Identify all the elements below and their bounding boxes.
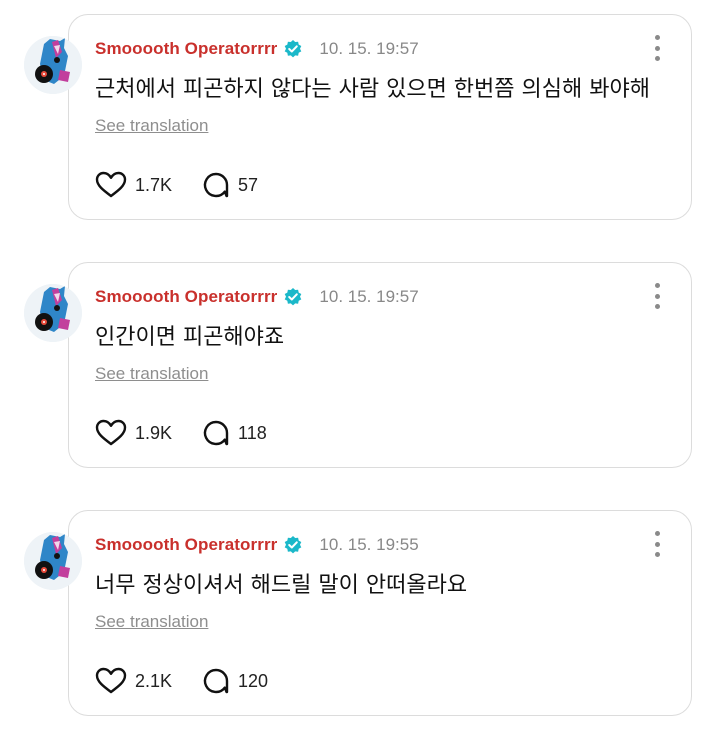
comment-card: Smooooth Operatorrrr 10. 15. 19:57 인간이면 … [68, 262, 692, 468]
avatar[interactable] [24, 284, 82, 342]
timestamp: 10. 15. 19:55 [319, 535, 419, 554]
comment-count: 57 [238, 174, 259, 195]
comment-header: Smooooth Operatorrrr 10. 15. 19:57 [95, 283, 419, 311]
comment-card: Smooooth Operatorrrr 10. 15. 19:57 근처에서 … [68, 14, 692, 220]
like-count: 2.1K [135, 670, 173, 691]
speech-bubble-icon [203, 668, 229, 694]
more-vertical-icon[interactable] [649, 283, 665, 309]
heart-icon [95, 419, 127, 446]
comment-count: 120 [238, 670, 269, 691]
comment-header: Smooooth Operatorrrr 10. 15. 19:57 [95, 35, 419, 63]
verified-badge-icon [283, 535, 303, 555]
comment-button[interactable]: 120 [202, 667, 268, 695]
speech-bubble-icon [203, 420, 229, 446]
comment-post: Smooooth Operatorrrr 10. 15. 19:57 인간이면 … [0, 262, 720, 492]
verified-badge-icon [283, 39, 303, 59]
author-name[interactable]: Smooooth Operatorrrr [95, 287, 277, 307]
speech-bubble-icon [203, 172, 229, 198]
author-name[interactable]: Smooooth Operatorrrr [95, 535, 277, 555]
author-name[interactable]: Smooooth Operatorrrr [95, 39, 277, 59]
avatar[interactable] [24, 532, 82, 590]
timestamp: 10. 15. 19:57 [319, 39, 419, 58]
more-vertical-icon[interactable] [649, 531, 665, 557]
verified-badge-icon [283, 287, 303, 307]
avatar[interactable] [24, 36, 82, 94]
comment-text: 근처에서 피곤하지 않다는 사람 있으면 한번쯤 의심해 봐야해 [95, 77, 650, 102]
heart-icon [95, 667, 127, 694]
comment-button[interactable]: 57 [202, 171, 258, 199]
heart-icon [95, 171, 127, 198]
comment-post: Smooooth Operatorrrr 10. 15. 19:55 너무 정상… [0, 510, 720, 740]
see-translation-link[interactable]: See translation [95, 612, 208, 632]
like-count: 1.9K [135, 422, 173, 443]
action-bar: 1.7K 57 [95, 170, 288, 200]
timestamp: 10. 15. 19:57 [319, 287, 419, 306]
action-bar: 1.9K 118 [95, 418, 297, 448]
comment-count: 118 [238, 422, 267, 443]
comment-button[interactable]: 118 [202, 419, 267, 447]
more-vertical-icon[interactable] [649, 35, 665, 61]
comment-post: Smooooth Operatorrrr 10. 15. 19:57 근처에서 … [0, 14, 720, 244]
comment-text: 인간이면 피곤해야죠 [95, 325, 285, 350]
action-bar: 2.1K 120 [95, 666, 298, 696]
comment-header: Smooooth Operatorrrr 10. 15. 19:55 [95, 531, 419, 559]
see-translation-link[interactable]: See translation [95, 364, 208, 384]
like-count: 1.7K [135, 174, 173, 195]
like-button[interactable]: 1.7K [95, 171, 172, 199]
like-button[interactable]: 1.9K [95, 419, 172, 447]
like-button[interactable]: 2.1K [95, 667, 172, 695]
comment-card: Smooooth Operatorrrr 10. 15. 19:55 너무 정상… [68, 510, 692, 716]
see-translation-link[interactable]: See translation [95, 116, 208, 136]
comment-text: 너무 정상이셔서 해드릴 말이 안떠올라요 [95, 573, 468, 598]
